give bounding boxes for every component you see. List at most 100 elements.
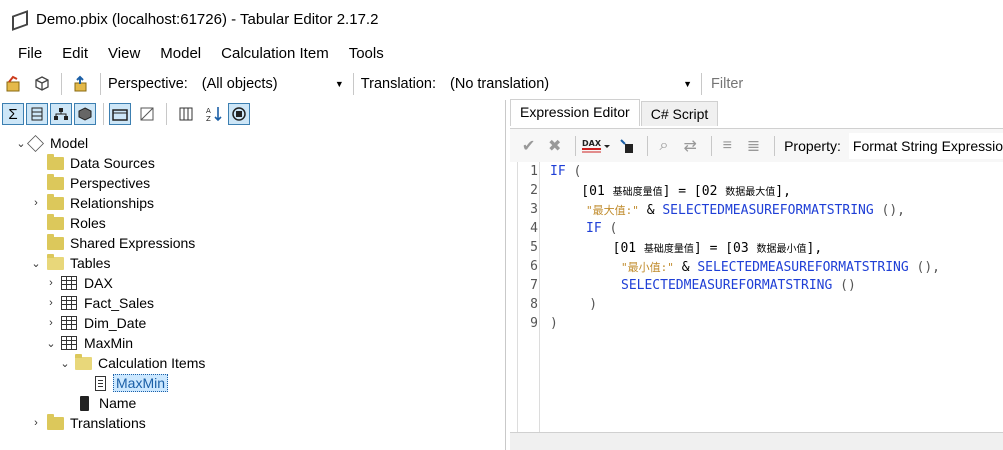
filter-input[interactable] xyxy=(707,75,908,92)
tree-item-name-column[interactable]: Name xyxy=(80,393,136,413)
tree-label-selected: MaxMin xyxy=(113,374,169,392)
tree-label: Tables xyxy=(70,255,111,271)
chevron-right-icon[interactable]: › xyxy=(29,417,43,429)
code-line-8: ) xyxy=(558,297,598,312)
code-string: "最大值:" xyxy=(586,204,639,217)
code-function: SELECTEDMEASUREFORMATSTRING xyxy=(697,260,909,275)
folder-icon xyxy=(47,233,64,250)
chevron-right-icon[interactable]: › xyxy=(29,197,43,209)
show-display-folders-button[interactable] xyxy=(109,103,131,125)
code-editor[interactable]: 1 2 3 4 5 6 7 8 9 IF ( [01 基础度量值] = [02 … xyxy=(517,162,1003,432)
tree-item-model[interactable]: ⌄ Model xyxy=(14,133,88,153)
comment-icon[interactable]: ≡ xyxy=(717,135,738,157)
line-number: 6 xyxy=(530,259,538,274)
code-text: ], xyxy=(775,184,791,199)
panel-splitter[interactable] xyxy=(505,100,506,450)
menu-view[interactable]: View xyxy=(98,42,150,65)
code-function: SELECTEDMEASUREFORMATSTRING xyxy=(621,278,833,293)
code-line-4: IF ( xyxy=(586,221,617,236)
folder-icon xyxy=(47,173,64,190)
show-hidden-icon[interactable] xyxy=(136,103,158,125)
tree-item-table-dim-date[interactable]: › Dim_Date xyxy=(44,313,146,333)
chevron-down-icon[interactable]: ⌄ xyxy=(29,257,43,270)
line-number: 2 xyxy=(530,183,538,198)
menu-model[interactable]: Model xyxy=(150,42,211,65)
svg-text:Z: Z xyxy=(206,115,211,123)
cancel-x-icon[interactable]: ✖ xyxy=(544,135,565,157)
code-text: 基础度量值 xyxy=(643,244,694,255)
code-line-6: "最小值:" & SELECTEDMEASUREFORMATSTRING (), xyxy=(621,259,940,275)
cube-icon[interactable] xyxy=(31,73,53,95)
uncomment-icon[interactable]: ≣ xyxy=(743,135,764,157)
show-metadata-button[interactable] xyxy=(228,103,250,125)
folder-icon xyxy=(47,413,64,430)
code-line-9: ) xyxy=(550,316,558,331)
show-hierarchies-button[interactable] xyxy=(50,103,72,125)
code-text: 数据最大值 xyxy=(725,187,776,198)
folder-icon xyxy=(47,153,64,170)
chevron-right-icon[interactable]: › xyxy=(44,297,58,309)
property-dropdown[interactable]: Format String Expression xyxy=(848,132,1003,159)
folder-open-icon xyxy=(47,253,64,270)
accept-check-icon[interactable]: ✔ xyxy=(518,135,539,157)
tree-label: MaxMin xyxy=(84,335,134,351)
code-line-2: [01 基础度量值] = [02 数据最大值], xyxy=(550,183,791,199)
model-tree: ⌄ Model Data Sources Perspectives › Rela… xyxy=(0,130,505,450)
column-icon xyxy=(80,395,89,411)
toolbar-separator xyxy=(103,103,104,125)
dax-format-icon[interactable]: DAX xyxy=(581,135,611,157)
chevron-down-icon[interactable]: ⌄ xyxy=(58,357,72,370)
tree-label: Roles xyxy=(70,215,106,231)
chevron-right-icon[interactable]: › xyxy=(44,277,58,289)
open-model-icon[interactable] xyxy=(3,73,25,95)
perspective-value: (All objects) xyxy=(201,75,278,92)
tab-csharp-script[interactable]: C# Script xyxy=(640,101,719,126)
replace-icon[interactable]: ⇄ xyxy=(680,135,701,157)
show-columns-button[interactable] xyxy=(26,103,48,125)
tree-item-shared-expressions[interactable]: Shared Expressions xyxy=(47,233,195,253)
code-text: & xyxy=(638,203,663,218)
main-toolbar: Perspective: (All objects) ▼ Translation… xyxy=(0,68,1003,99)
tree-item-table-fact-sales[interactable]: › Fact_Sales xyxy=(44,293,154,313)
tree-item-data-sources[interactable]: Data Sources xyxy=(47,153,155,173)
tree-item-calculation-items[interactable]: ⌄ Calculation Items xyxy=(58,353,205,373)
deploy-icon[interactable] xyxy=(70,73,92,95)
tree-item-table-maxmin[interactable]: ⌄ MaxMin xyxy=(44,333,133,353)
show-partitions-button[interactable] xyxy=(74,103,96,125)
show-measures-button[interactable]: Σ xyxy=(2,103,24,125)
tree-item-table-dax[interactable]: › DAX xyxy=(44,273,113,293)
tree-item-calc-item-maxmin[interactable]: MaxMin xyxy=(95,373,169,393)
tree-item-relationships[interactable]: › Relationships xyxy=(29,193,154,213)
code-string: "最小值:" xyxy=(621,261,674,274)
editor-bottom-strip xyxy=(510,432,1003,450)
tab-expression-editor[interactable]: Expression Editor xyxy=(510,99,640,126)
chevron-right-icon[interactable]: › xyxy=(44,317,58,329)
menu-edit[interactable]: Edit xyxy=(52,42,98,65)
show-all-columns-icon[interactable] xyxy=(175,103,197,125)
code-text: ] = [02 xyxy=(662,184,726,199)
tree-label: Translations xyxy=(70,415,146,431)
tree-label: Model xyxy=(50,135,89,151)
menu-calculation-item[interactable]: Calculation Item xyxy=(211,42,339,65)
chevron-down-icon[interactable]: ⌄ xyxy=(44,337,58,350)
translation-dropdown[interactable]: (No translation) ▼ xyxy=(446,76,696,92)
tree-item-translations[interactable]: › Translations xyxy=(29,413,146,433)
code-line-1: IF ( xyxy=(550,164,581,179)
find-icon[interactable]: ⌕ xyxy=(653,135,674,157)
tree-item-tables[interactable]: ⌄ Tables xyxy=(29,253,110,273)
code-text: (), xyxy=(873,203,906,218)
code-text: ( xyxy=(601,221,618,236)
sort-alphabetical-icon[interactable]: AZ xyxy=(203,103,225,125)
menu-file[interactable]: File xyxy=(8,42,52,65)
editor-toolbar: ✔ ✖ DAX ⌕ ⇄ ≡ ≣ Property: Format String … xyxy=(510,128,1003,162)
tree-item-roles[interactable]: Roles xyxy=(47,213,106,233)
toolbar-separator xyxy=(166,103,167,125)
tree-label: Dim_Date xyxy=(84,315,147,331)
svg-text:DAX: DAX xyxy=(582,139,602,148)
insert-icon[interactable] xyxy=(616,135,637,157)
perspective-dropdown[interactable]: (All objects) ▼ xyxy=(198,76,348,92)
menu-tools[interactable]: Tools xyxy=(339,42,394,65)
toolbar-separator xyxy=(710,135,712,156)
toolbar-separator xyxy=(701,72,703,95)
tree-item-perspectives[interactable]: Perspectives xyxy=(47,173,150,193)
